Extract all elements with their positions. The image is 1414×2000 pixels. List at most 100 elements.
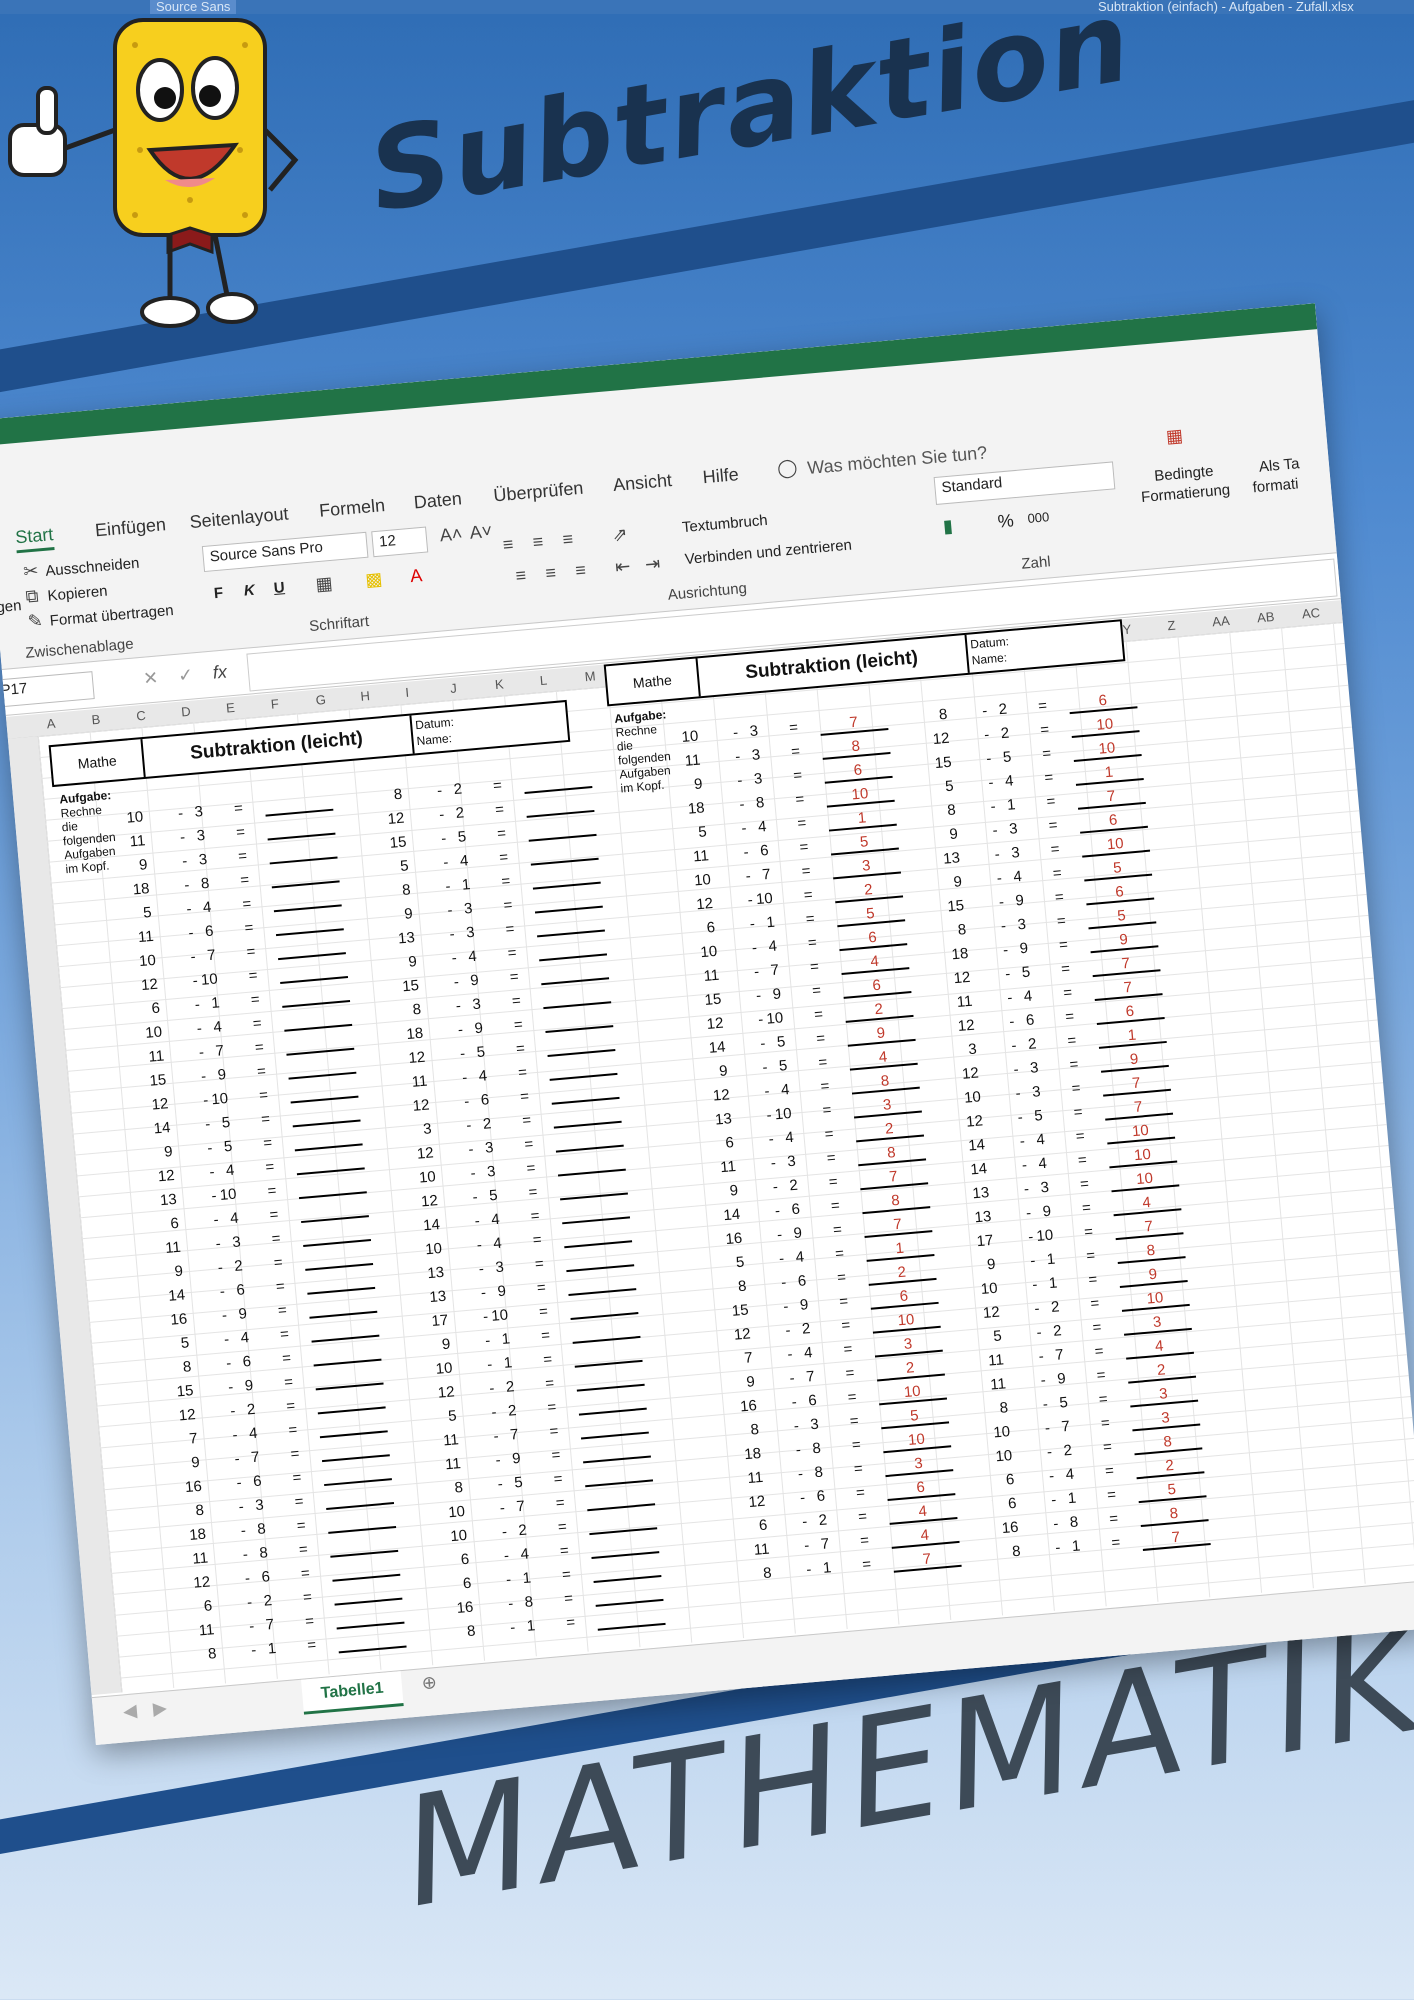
minuend: 8: [182, 1358, 193, 1376]
indent-decrease-icon[interactable]: ⇤: [614, 556, 631, 578]
align-top-icon[interactable]: ≡: [502, 534, 514, 556]
paste-label[interactable]: gen: [0, 597, 22, 616]
tell-me-box[interactable]: Was möchten Sie tun?: [806, 442, 988, 479]
tab-seitenlayout[interactable]: Seitenlayout: [189, 504, 290, 534]
column-header[interactable]: A: [46, 716, 56, 732]
equals-sign: =: [509, 968, 520, 986]
subtrahend: 1: [1048, 1274, 1059, 1293]
format-as-table-line2[interactable]: formati: [1252, 475, 1299, 496]
confirm-icon[interactable]: ✓: [177, 664, 194, 686]
equals-sign: =: [252, 1014, 263, 1033]
percent-button[interactable]: %: [997, 510, 1015, 532]
conditional-format-icon[interactable]: ▦: [1165, 425, 1184, 447]
merge-center-button[interactable]: Verbinden und zentrieren: [684, 537, 852, 569]
function-icon[interactable]: fx: [212, 661, 228, 683]
column-header[interactable]: D: [181, 704, 192, 720]
minuend: 12: [150, 1095, 170, 1114]
font-shrink-icon[interactable]: A˅: [469, 521, 493, 544]
equals-sign: =: [1043, 768, 1054, 787]
column-header[interactable]: AC: [1301, 605, 1320, 622]
conditional-format-line1[interactable]: Bedingte: [1154, 463, 1214, 485]
cut-button[interactable]: Ausschneiden: [45, 555, 140, 580]
fill-color-icon[interactable]: ▩: [365, 569, 384, 591]
equals-sign: =: [803, 886, 814, 904]
font-grow-icon[interactable]: A˄: [439, 523, 463, 546]
currency-icon[interactable]: ▮: [942, 516, 954, 538]
equals-sign: =: [291, 1469, 303, 1487]
align-center-icon[interactable]: ≡: [545, 562, 557, 584]
instructions: Aufgabe: Rechne die folgenden Aufgaben i…: [614, 707, 674, 795]
tab-ansicht[interactable]: Ansicht: [612, 470, 673, 496]
column-header[interactable]: AA: [1212, 613, 1231, 629]
minuend: 3: [422, 1120, 433, 1139]
minuend: 10: [963, 1088, 982, 1107]
column-header[interactable]: L: [539, 673, 548, 689]
minuend: 12: [695, 894, 714, 914]
column-header[interactable]: H: [360, 688, 371, 704]
align-left-icon[interactable]: ≡: [515, 565, 527, 587]
thousands-button[interactable]: 000: [1027, 509, 1050, 526]
equals-sign: =: [544, 1374, 555, 1393]
scroll-left-icon[interactable]: ◀: [122, 1700, 138, 1722]
font-name-select[interactable]: Source Sans Pro: [201, 531, 369, 573]
subtrahend: 7: [515, 1497, 526, 1516]
column-header[interactable]: E: [225, 700, 235, 716]
column-header[interactable]: B: [91, 712, 101, 728]
copy-button[interactable]: Kopieren: [47, 583, 108, 605]
tab-start[interactable]: Start: [14, 524, 55, 554]
cancel-icon[interactable]: ✕: [142, 667, 159, 689]
tab-daten[interactable]: Daten: [413, 488, 463, 513]
column-header[interactable]: C: [136, 708, 147, 724]
subtrahend: 2: [505, 1378, 516, 1396]
column-header[interactable]: G: [315, 692, 326, 708]
minuend: 5: [992, 1327, 1003, 1346]
name-box[interactable]: P17: [0, 671, 95, 708]
equals-sign: =: [250, 990, 261, 1009]
align-bottom-icon[interactable]: ≡: [562, 529, 574, 551]
font-size-select[interactable]: 12: [371, 526, 429, 558]
column-header[interactable]: K: [494, 676, 504, 692]
column-header[interactable]: M: [584, 668, 596, 684]
wrap-text-button[interactable]: Textumbruch: [681, 512, 768, 536]
column-header[interactable]: Z: [1167, 618, 1176, 634]
font-color-icon[interactable]: A: [409, 565, 423, 587]
add-sheet-icon[interactable]: ⊕: [421, 1672, 438, 1694]
minuend: 15: [703, 990, 723, 1010]
underline-button[interactable]: U: [273, 579, 285, 597]
minuend: 6: [724, 1134, 735, 1152]
align-middle-icon[interactable]: ≡: [532, 531, 544, 553]
tab-formeln[interactable]: Formeln: [318, 495, 386, 522]
format-painter-button[interactable]: Format übertragen: [49, 602, 174, 630]
equals-sign: =: [540, 1326, 551, 1345]
number-format-select[interactable]: Standard: [933, 461, 1116, 505]
column-header[interactable]: J: [450, 681, 458, 697]
equals-sign: =: [504, 920, 516, 939]
subtrahend: 4: [248, 1424, 259, 1443]
minuend: 10: [699, 942, 718, 962]
subtrahend: 6: [260, 1568, 271, 1586]
equals-sign: =: [563, 1589, 574, 1608]
column-header[interactable]: F: [270, 696, 279, 712]
text-orientation-icon[interactable]: ⇗: [612, 524, 629, 546]
tab-hilfe[interactable]: Hilfe: [702, 464, 740, 488]
scroll-right-icon[interactable]: ▶: [152, 1698, 168, 1720]
bold-button[interactable]: F: [213, 584, 224, 602]
format-as-table-line1[interactable]: Als Ta: [1258, 455, 1300, 475]
column-header[interactable]: I: [405, 685, 410, 700]
conditional-format-line2[interactable]: Formatierung: [1140, 481, 1230, 506]
indent-increase-icon[interactable]: ⇥: [644, 553, 661, 575]
border-icon[interactable]: ▦: [315, 573, 334, 595]
column-header[interactable]: AB: [1256, 609, 1275, 625]
italic-button[interactable]: K: [243, 582, 255, 600]
subtrahend: 3: [1010, 844, 1021, 862]
tab-ueberpruefen[interactable]: Überprüfen: [493, 478, 585, 507]
tab-einfuegen[interactable]: Einfügen: [94, 514, 167, 541]
subtrahend: 4: [1064, 1465, 1075, 1484]
minuend: 3: [967, 1040, 978, 1059]
sheet-tab-tabelle1[interactable]: Tabelle1: [301, 1671, 404, 1715]
minuend: 13: [942, 849, 961, 868]
subtrahend: 4: [467, 947, 478, 966]
column-header[interactable]: Y: [1122, 621, 1132, 637]
align-right-icon[interactable]: ≡: [575, 560, 587, 582]
subtrahend: 9: [216, 1066, 227, 1084]
